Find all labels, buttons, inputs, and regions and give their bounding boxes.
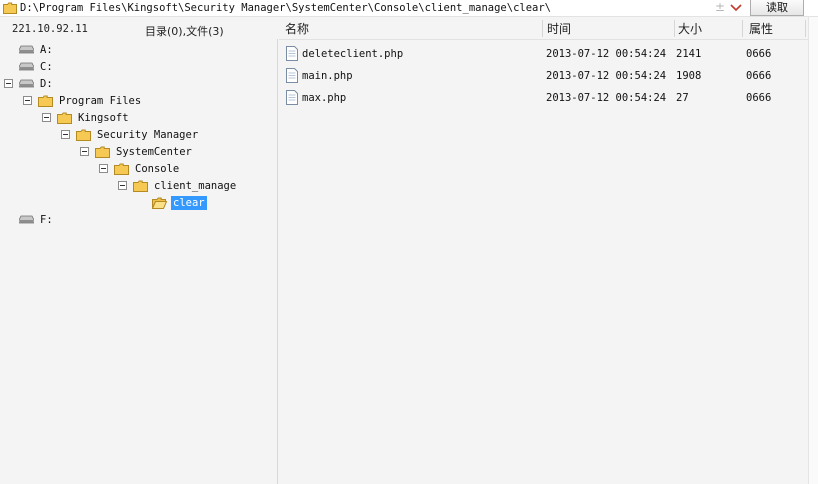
tree-label: Program Files xyxy=(59,94,142,107)
tree-label: F: xyxy=(40,213,53,226)
collapse-icon[interactable] xyxy=(99,164,108,173)
tree-label: client_manage xyxy=(154,179,237,192)
tree-label: clear xyxy=(171,195,207,210)
tree-label: A: xyxy=(40,43,53,56)
collapse-icon[interactable] xyxy=(80,147,89,156)
collapse-icon[interactable] xyxy=(42,113,51,122)
tree-item-drive-f[interactable]: F: xyxy=(19,211,55,228)
collapse-icon[interactable] xyxy=(118,181,127,190)
tree-label: C: xyxy=(40,60,53,73)
column-header-time[interactable]: 时间 xyxy=(547,20,571,38)
folder-icon xyxy=(95,146,110,158)
path-extra-button[interactable]: ± xyxy=(714,0,726,16)
collapse-icon[interactable] xyxy=(61,130,70,139)
path-input[interactable] xyxy=(20,0,710,16)
tree-label: D: xyxy=(40,77,53,90)
drive-icon xyxy=(19,79,34,88)
column-separator[interactable] xyxy=(674,20,675,37)
header-divider xyxy=(279,39,818,40)
column-separator[interactable] xyxy=(805,20,806,37)
tree-label: Console xyxy=(135,162,180,175)
server-ip: 221.10.92.11 xyxy=(12,23,88,35)
file-size: 2141 xyxy=(676,48,702,60)
open-folder-icon xyxy=(152,197,167,209)
column-header-name[interactable]: 名称 xyxy=(285,20,309,38)
dir-summary: 目录(0),文件(3) xyxy=(145,25,224,38)
file-row[interactable]: deleteclient.php 2013-07-12 00:54:24 214… xyxy=(279,43,818,65)
file-name: deleteclient.php xyxy=(302,48,404,60)
tree-label: Kingsoft xyxy=(78,111,129,124)
tree-item-kingsoft[interactable]: Kingsoft xyxy=(42,109,131,126)
left-header: 221.10.92.11 目录(0),文件(3) xyxy=(0,19,278,39)
tree-item-program-files[interactable]: Program Files xyxy=(23,92,143,109)
column-separator[interactable] xyxy=(742,20,743,37)
chevron-down-icon[interactable] xyxy=(729,3,743,13)
file-icon xyxy=(286,68,298,83)
tree-item-drive-d[interactable]: D: xyxy=(4,75,55,92)
tree-item-client-manage[interactable]: client_manage xyxy=(118,177,238,194)
file-row[interactable]: max.php 2013-07-12 00:54:24 27 0666 xyxy=(279,87,818,109)
tree-item-console[interactable]: Console xyxy=(99,160,181,177)
file-icon xyxy=(286,46,298,61)
file-time: 2013-07-12 00:54:24 xyxy=(546,48,667,60)
folder-icon xyxy=(114,163,129,175)
drive-icon xyxy=(19,215,34,224)
file-attr: 0666 xyxy=(746,70,772,82)
tree-item-security-manager[interactable]: Security Manager xyxy=(61,126,200,143)
read-button[interactable]: 读取 xyxy=(750,0,804,16)
vertical-scrollbar[interactable] xyxy=(808,17,818,484)
drive-icon xyxy=(19,45,34,54)
file-attr: 0666 xyxy=(746,92,772,104)
folder-icon xyxy=(38,95,53,107)
tree-item-drive-a[interactable]: A: xyxy=(19,41,55,58)
file-time: 2013-07-12 00:54:24 xyxy=(546,70,667,82)
folder-icon xyxy=(57,112,72,124)
file-row[interactable]: main.php 2013-07-12 00:54:24 1908 0666 xyxy=(279,65,818,87)
tree-label: SystemCenter xyxy=(116,145,192,158)
column-header-attr[interactable]: 属性 xyxy=(749,20,773,38)
file-icon xyxy=(286,90,298,105)
collapse-icon[interactable] xyxy=(23,96,32,105)
file-attr: 0666 xyxy=(746,48,772,60)
folder-icon xyxy=(133,180,148,192)
file-size: 1908 xyxy=(676,70,702,82)
file-list-pane: 名称 时间 大小 属性 deleteclient.php 2013-07-12 … xyxy=(279,17,818,484)
tree-item-systemcenter[interactable]: SystemCenter xyxy=(80,143,194,160)
file-size: 27 xyxy=(676,92,689,104)
tree-label: Security Manager xyxy=(97,128,199,141)
path-bar: ± 读取 xyxy=(0,0,818,17)
file-time: 2013-07-12 00:54:24 xyxy=(546,92,667,104)
file-name: max.php xyxy=(302,92,347,104)
tree-item-drive-c[interactable]: C: xyxy=(19,58,55,75)
file-name: main.php xyxy=(302,70,353,82)
column-separator[interactable] xyxy=(542,20,543,37)
directory-tree: A: C: D: Program Files Kingsoft Security… xyxy=(0,39,278,484)
drive-icon xyxy=(19,62,34,71)
folder-icon xyxy=(76,129,91,141)
column-header-size[interactable]: 大小 xyxy=(678,20,702,38)
folder-icon xyxy=(3,2,17,14)
tree-item-clear[interactable]: clear xyxy=(152,194,207,211)
collapse-icon[interactable] xyxy=(4,79,13,88)
